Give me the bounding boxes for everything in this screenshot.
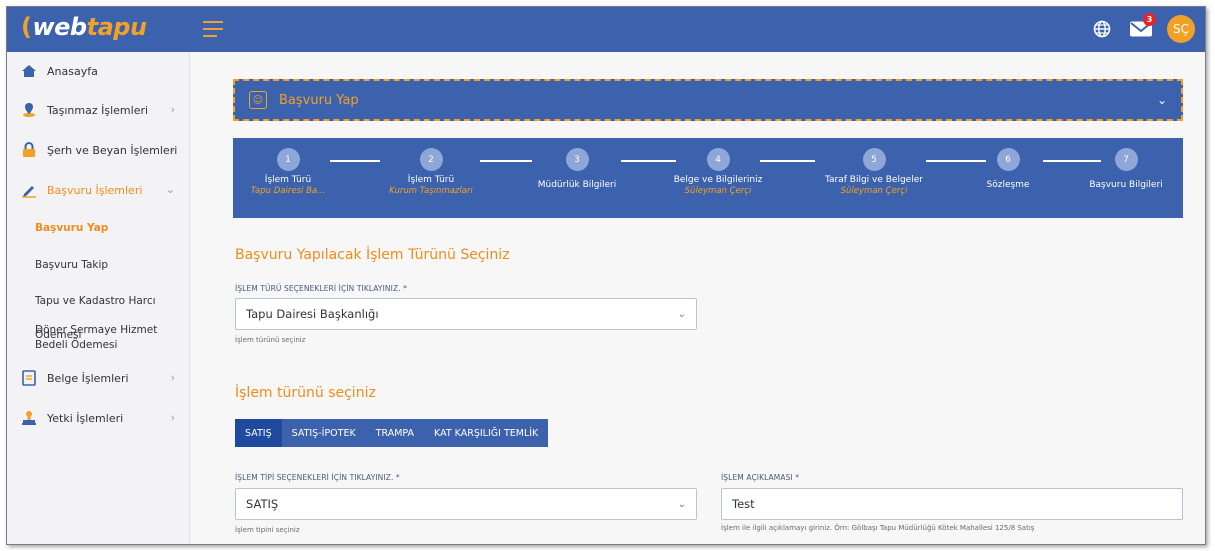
app-window: (webtapu 3 SÇ Anasayfa Taşınmaz İşlemler… xyxy=(6,6,1206,545)
logo-mark-icon: ( xyxy=(21,13,32,41)
basvuru-yap-accordion[interactable]: ☺ Başvuru Yap ⌄ xyxy=(233,79,1183,121)
islem-turu-hint: İşlem türünü seçiniz xyxy=(235,336,306,344)
tab-kat-karsiligi-temlik[interactable]: KAT KARŞILIĞI TEMLİK xyxy=(424,419,548,447)
islem-turu-label: İŞLEM TÜRÜ SEÇENEKLERİ İÇİN TIKLAYINIZ. … xyxy=(235,284,408,293)
step-number: 5 xyxy=(862,148,886,171)
chevron-down-icon: ⌄ xyxy=(677,499,686,510)
chevron-right-icon: › xyxy=(170,103,175,116)
step-label: Müdürlük Bilgileri xyxy=(537,180,617,190)
main-content: ☺ Başvuru Yap ⌄ 1 İşlem Türü Tapu Daires… xyxy=(190,52,1205,544)
aciklama-input[interactable]: Test xyxy=(721,488,1183,520)
step-sublabel: Süleyman Çerçi xyxy=(840,186,908,196)
hamburger-menu-icon[interactable] xyxy=(203,21,223,37)
chevron-down-icon: ⌄ xyxy=(1156,93,1167,107)
sidebar-item-belge[interactable]: Belge İşlemleri › xyxy=(7,358,189,398)
step-label: İşlem Türü xyxy=(264,175,312,185)
step-label: İşlem Türü xyxy=(407,175,455,185)
pen-icon xyxy=(21,182,37,198)
step-label: Belge ve Bilgileriniz xyxy=(673,175,763,185)
chevron-down-icon: ⌄ xyxy=(165,183,175,196)
chevron-down-icon: ⌄ xyxy=(677,309,686,320)
islem-tipi-label: İŞLEM TİPİ SEÇENEKLERİ İÇİN TIKLAYINIZ. … xyxy=(235,473,400,482)
islem-tipi-select[interactable]: SATIŞ ⌄ xyxy=(235,488,697,520)
mail-badge: 3 xyxy=(1143,13,1156,26)
stamp-icon xyxy=(21,410,37,426)
accordion-title: Başvuru Yap xyxy=(279,92,359,108)
sidebar-item-label: Belge İşlemleri xyxy=(47,371,129,385)
step-sublabel: Süleyman Çerçi xyxy=(684,186,752,196)
home-icon xyxy=(21,63,37,79)
logo[interactable]: (webtapu xyxy=(21,13,147,41)
section-title: İşlem türünü seçiniz xyxy=(235,385,376,401)
mail-button[interactable]: 3 xyxy=(1123,13,1159,43)
sidebar-item-serh-beyan[interactable]: Şerh ve Beyan İşlemleri › xyxy=(7,130,189,170)
step-1[interactable]: 1 İşlem Türü Tapu Dairesi Ba... xyxy=(218,148,358,196)
islem-turu-select[interactable]: Tapu Dairesi Başkanlığı ⌄ xyxy=(235,298,697,330)
step-label: Taraf Bilgi ve Belgeler xyxy=(825,175,923,185)
globe-icon[interactable] xyxy=(1087,15,1117,43)
sidebar-subitem-harc-odemesi[interactable]: Tapu ve Kadastro Harcı Ödemesi xyxy=(7,284,189,341)
step-7[interactable]: 7 Başvuru Bilgileri xyxy=(1056,148,1196,190)
location-pin-icon xyxy=(21,102,37,118)
stepper: 1 İşlem Türü Tapu Dairesi Ba... 2 İşlem … xyxy=(233,138,1183,218)
sidebar-item-basvuru-islemleri[interactable]: Başvuru İşlemleri ⌄ xyxy=(7,170,189,210)
step-sublabel: Tapu Dairesi Ba... xyxy=(250,186,326,196)
step-sublabel: Kurum Taşınmazları xyxy=(389,186,473,196)
sidebar-subitem-basvuru-takip[interactable]: Başvuru Takip xyxy=(7,246,189,284)
logo-text-web: web xyxy=(32,13,87,41)
step-4[interactable]: 4 Belge ve Bilgileriniz Süleyman Çerçi xyxy=(648,148,788,196)
tab-trampa[interactable]: TRAMPA xyxy=(366,419,424,447)
step-5[interactable]: 5 Taraf Bilgi ve Belgeler Süleyman Çerçi xyxy=(804,148,944,196)
sidebar-item-label: Anasayfa xyxy=(47,64,98,78)
sidebar-item-label: Başvuru İşlemleri xyxy=(47,183,143,197)
step-number: 1 xyxy=(276,148,300,171)
step-number: 2 xyxy=(419,148,443,171)
sidebar-subitem-basvuru-yap[interactable]: Başvuru Yap xyxy=(7,210,189,246)
sidebar-item-label: Taşınmaz İşlemleri xyxy=(47,103,149,117)
avatar[interactable]: SÇ xyxy=(1167,15,1195,43)
aciklama-label: İŞLEM AÇIKLAMASI * xyxy=(721,473,800,482)
chevron-right-icon: › xyxy=(170,371,175,384)
sidebar-subitem-doner-sermaye[interactable]: Döner Sermaye Hizmet Bedeli Ödemesi xyxy=(7,318,189,358)
sidebar-item-label: Yetki İşlemleri xyxy=(47,411,124,425)
step-number: 4 xyxy=(706,148,730,171)
sidebar: Anasayfa Taşınmaz İşlemleri › Şerh ve Be… xyxy=(7,52,190,544)
islem-turu-value: Tapu Dairesi Başkanlığı xyxy=(246,307,379,321)
sidebar-item-anasayfa[interactable]: Anasayfa xyxy=(7,52,189,90)
sidebar-item-tasinmaz[interactable]: Taşınmaz İşlemleri › xyxy=(7,90,189,130)
aciklama-hint: İşlem ile ilgili açıklamayı giriniz. Örn… xyxy=(721,524,1035,532)
sidebar-item-label: Şerh ve Beyan İşlemleri xyxy=(47,143,178,157)
step-number: 7 xyxy=(1114,148,1138,171)
islem-tipi-value: SATIŞ xyxy=(246,497,279,511)
step-3[interactable]: 3 Müdürlük Bilgileri xyxy=(507,148,647,190)
islem-tipi-hint: İşlem tipini seçiniz xyxy=(235,526,300,534)
document-icon xyxy=(21,370,37,386)
logo-text-tapu: tapu xyxy=(86,13,147,41)
smile-icon: ☺ xyxy=(249,91,267,109)
sidebar-item-yetki[interactable]: Yetki İşlemleri › xyxy=(7,398,189,438)
section-title: Başvuru Yapılacak İşlem Türünü Seçiniz xyxy=(235,247,510,263)
top-bar: (webtapu 3 SÇ xyxy=(7,7,1205,52)
chevron-right-icon: › xyxy=(170,143,175,156)
step-2[interactable]: 2 İşlem Türü Kurum Taşınmazları xyxy=(361,148,501,196)
top-bar-actions: 3 SÇ xyxy=(1087,13,1195,43)
tab-satis[interactable]: SATIŞ xyxy=(235,419,282,447)
step-label: Başvuru Bilgileri xyxy=(1089,180,1163,190)
tab-satis-ipotek[interactable]: SATIŞ-İPOTEK xyxy=(282,419,366,447)
step-number: 3 xyxy=(565,148,589,171)
step-number: 6 xyxy=(996,148,1020,171)
lock-icon xyxy=(21,142,37,158)
chevron-right-icon: › xyxy=(170,411,175,424)
islem-tabs: SATIŞ SATIŞ-İPOTEK TRAMPA KAT KARŞILIĞI … xyxy=(235,419,549,447)
